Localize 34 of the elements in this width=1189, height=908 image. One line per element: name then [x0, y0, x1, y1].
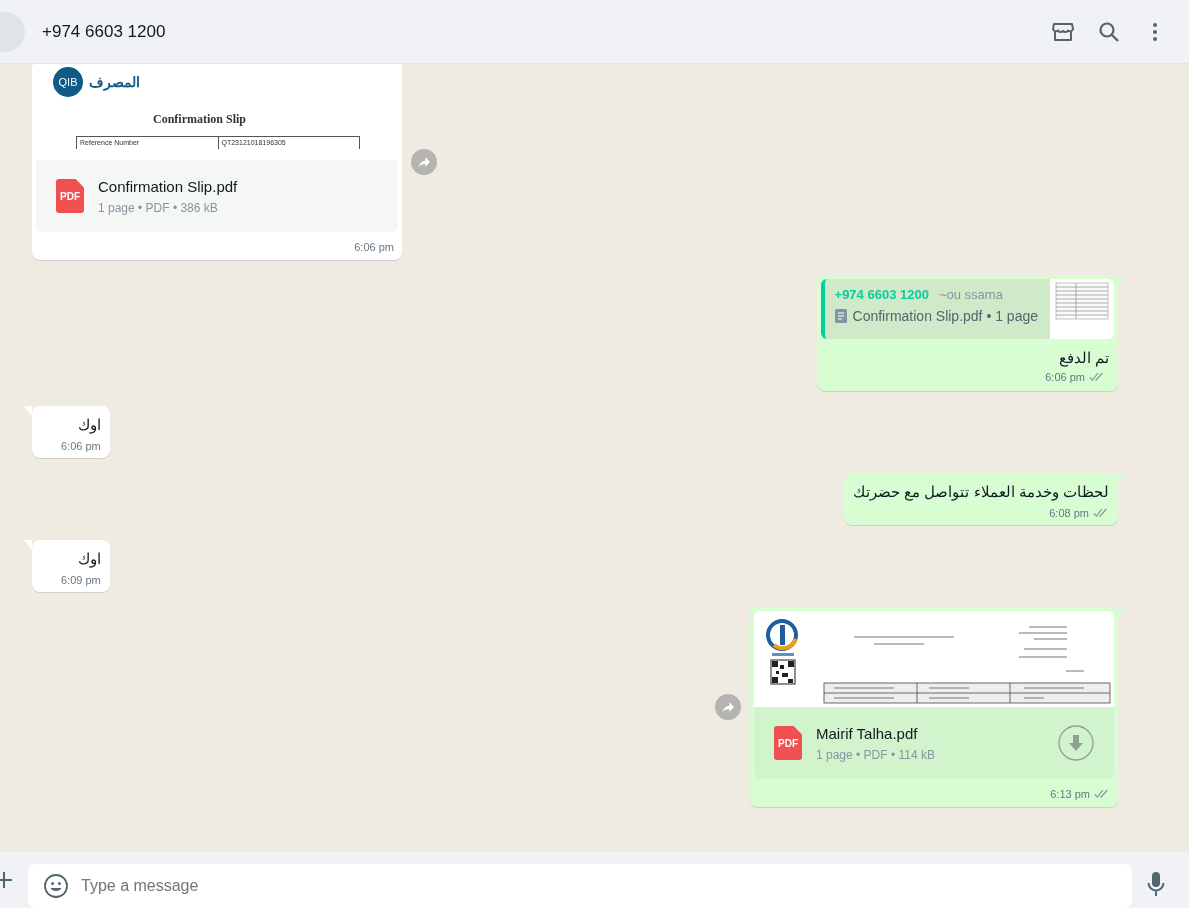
message-time: 6:08 pm	[1049, 507, 1089, 519]
bank-name: المصرف	[89, 74, 140, 90]
pdf-file-icon: PDF	[774, 726, 802, 760]
message-field[interactable]: Type a message	[28, 864, 1132, 908]
message-text: اوك	[76, 549, 101, 568]
message-time: 6:13 pm	[1050, 788, 1090, 800]
contact-name[interactable]: +974 6603 1200	[42, 21, 166, 42]
quoted-sender: +974 6603 1200	[834, 287, 929, 302]
file-name: Confirmation Slip.pdf	[98, 177, 239, 195]
quoted-message[interactable]: +974 6603 1200 ~ou ssama Confirmation Slip.pdf • 1 page	[820, 279, 1114, 339]
file-details: 1 page • PDF • 386 kB	[98, 200, 219, 215]
pdf-file-icon: PDF	[56, 179, 84, 213]
file-details: 1 page • PDF • 114 kB	[816, 747, 936, 762]
message-time: 6:06 pm	[354, 241, 394, 253]
microphone-icon[interactable]	[1146, 871, 1166, 897]
message-time: 6:09 pm	[61, 574, 101, 586]
message-input[interactable]: Type a message	[79, 876, 1117, 896]
document-thumbnail-drawing	[1050, 279, 1114, 339]
message-time: 6:06 pm	[61, 440, 101, 452]
message-text: اوك	[76, 415, 101, 434]
message-time: 6:06 pm	[1045, 371, 1085, 383]
message-text: تم الدفع	[1057, 348, 1109, 367]
bank-logo: QIB	[53, 67, 83, 97]
plus-icon[interactable]	[0, 870, 14, 890]
message-text: لحظات وخدمة العملاء تتواصل مع حضرتك	[853, 482, 1109, 501]
document-icon	[834, 309, 847, 323]
emoji-icon[interactable]	[43, 873, 69, 899]
quoted-sender-name: ~ou ssama	[938, 287, 1003, 302]
document-title: Confirmation Slip	[153, 112, 247, 127]
quoted-text: Confirmation Slip.pdf • 1 page	[852, 308, 1038, 324]
file-attachment[interactable]: PDF Confirmation Slip.pdf 1 page • PDF • 386 kB	[36, 160, 398, 232]
search-icon[interactable]	[1097, 19, 1121, 44]
file-attachment[interactable]: PDF Mairif Talha.pdf 1 page • PDF • 114 kB	[754, 707, 1114, 779]
file-name: Mairif Talha.pdf	[816, 724, 919, 742]
